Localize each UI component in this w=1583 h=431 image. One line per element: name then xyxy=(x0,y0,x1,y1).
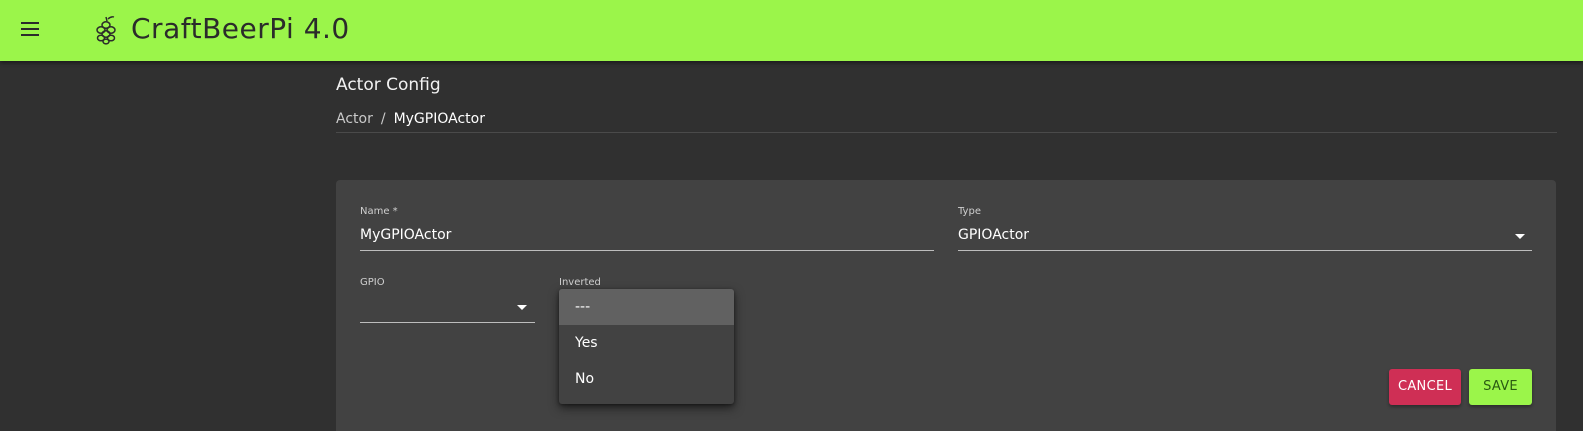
app-bar: CraftBeerPi 4.0 xyxy=(0,0,1583,61)
breadcrumb-actor-link[interactable]: Actor xyxy=(336,111,373,127)
name-field-underline xyxy=(360,250,934,251)
save-button[interactable]: SAVE xyxy=(1469,369,1532,405)
chevron-down-icon[interactable] xyxy=(517,305,527,310)
hamburger-menu-icon[interactable] xyxy=(21,21,41,37)
dropdown-option-no[interactable]: No xyxy=(559,361,734,397)
gpio-select-underline xyxy=(360,322,535,323)
page-title: Actor Config xyxy=(336,75,441,95)
cancel-button[interactable]: CANCEL xyxy=(1389,369,1461,405)
breadcrumb-current: MyGPIOActor xyxy=(393,111,485,127)
type-select-underline xyxy=(958,250,1532,251)
breadcrumb-separator: / xyxy=(380,111,386,127)
dropdown-option-none[interactable]: --- xyxy=(559,289,734,325)
chevron-down-icon[interactable] xyxy=(1515,234,1525,239)
dropdown-option-yes[interactable]: Yes xyxy=(559,325,734,361)
app-title: CraftBeerPi 4.0 xyxy=(131,12,350,45)
header-divider xyxy=(336,132,1557,133)
hops-icon xyxy=(96,16,116,45)
inverted-field-label: Inverted xyxy=(559,277,601,288)
breadcrumb: Actor / MyGPIOActor xyxy=(336,111,485,127)
type-field-label: Type xyxy=(958,206,981,217)
inverted-dropdown-menu: --- Yes No xyxy=(559,289,734,404)
name-field-label: Name * xyxy=(360,206,398,217)
name-field[interactable]: MyGPIOActor xyxy=(360,227,451,243)
type-select[interactable]: GPIOActor xyxy=(958,227,1029,243)
gpio-field-label: GPIO xyxy=(360,277,385,288)
